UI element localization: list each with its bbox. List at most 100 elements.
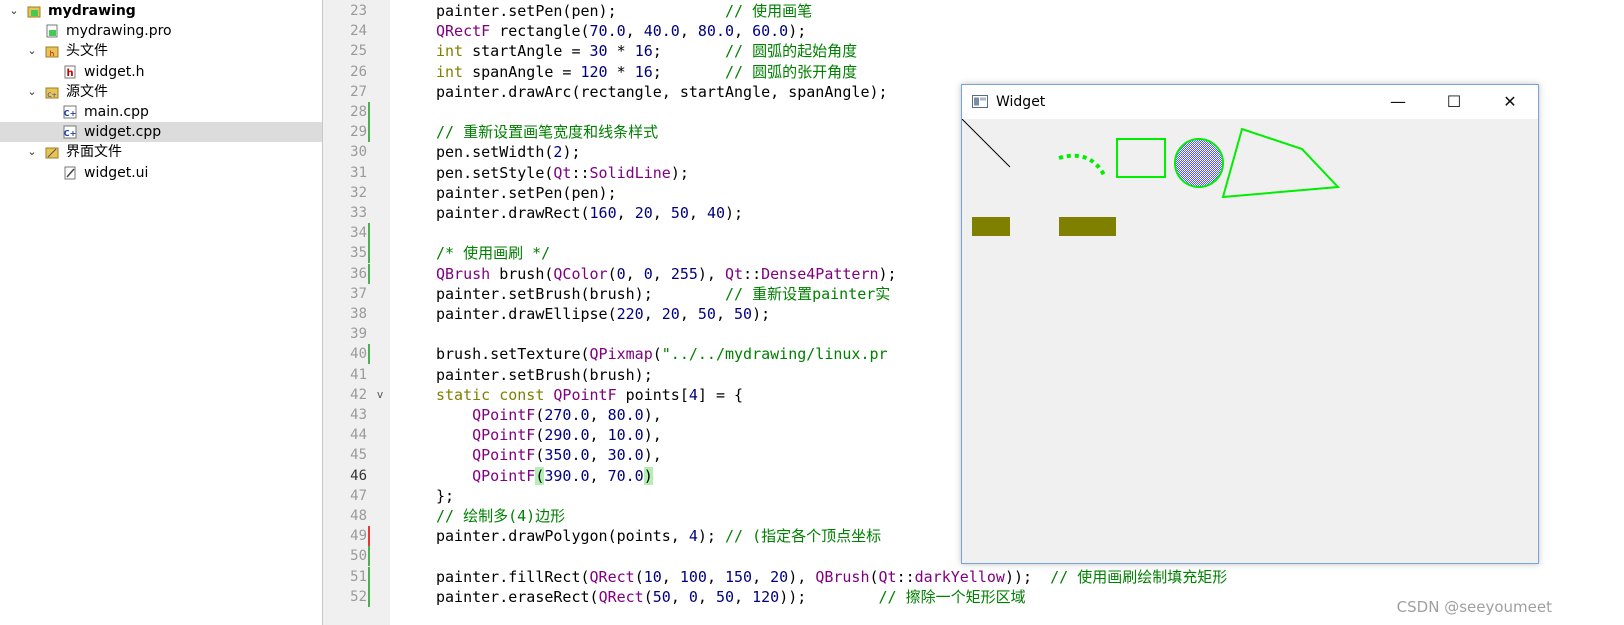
svg-text:C+: C+: [64, 109, 77, 118]
tree-item-label: 头文件: [66, 43, 108, 60]
code-line[interactable]: QPointF(270.0, 80.0),: [436, 405, 662, 425]
code-token: 60.0: [752, 22, 789, 41]
code-token: points[: [616, 385, 689, 404]
code-token: 160: [589, 204, 617, 222]
code-token: ),: [643, 406, 662, 424]
code-token: 0: [616, 264, 626, 283]
code-token: 4: [688, 385, 698, 404]
code-token: painter.setBrush(brush);: [436, 284, 725, 303]
code-token: 270.0: [544, 406, 590, 424]
code-line[interactable]: int spanAngle = 120 * 16; // 圆弧的张开角度: [436, 62, 857, 82]
fold-chevron-icon[interactable]: v: [374, 385, 386, 405]
svg-text:h: h: [66, 68, 73, 79]
chevron-down-icon[interactable]: ⌄: [26, 142, 38, 162]
code-token: ,: [679, 305, 698, 323]
minimize-button[interactable]: —: [1370, 85, 1426, 119]
code-token: );: [788, 22, 807, 41]
close-button[interactable]: ✕: [1482, 85, 1538, 119]
code-line[interactable]: painter.setBrush(brush);: [436, 365, 653, 385]
code-token: 50: [652, 587, 671, 606]
code-token: painter.fillRect(: [436, 567, 590, 586]
tree-item-[interactable]: ⌄ 界面文件: [0, 142, 322, 162]
tree-item-maincpp[interactable]: C+ main.cpp: [0, 102, 322, 122]
code-line[interactable]: QPointF(290.0, 10.0),: [436, 425, 662, 445]
code-token: 50: [697, 305, 716, 323]
tree-item-[interactable]: ⌄ C+ 源文件: [0, 82, 322, 102]
code-line[interactable]: painter.drawArc(rectangle, startAngle, s…: [436, 82, 888, 102]
code-line[interactable]: painter.eraseRect(QRect(50, 0, 50, 120))…: [436, 587, 1026, 607]
code-line[interactable]: /* 使用画刷 */: [436, 243, 550, 263]
code-line[interactable]: painter.setPen(pen);: [436, 183, 617, 203]
code-token: ,: [679, 22, 698, 41]
code-token: ),: [697, 264, 725, 283]
tree-item-widgetcpp[interactable]: C+ widget.cpp: [0, 122, 322, 143]
code-line[interactable]: painter.setPen(pen); // 使用画笔: [436, 1, 812, 21]
code-line[interactable]: static const QPointF points[4] = {: [436, 385, 743, 405]
code-line[interactable]: painter.setBrush(brush); // 重新设置painter实: [436, 284, 890, 304]
code-token: QBrush: [436, 264, 491, 283]
code-line[interactable]: painter.fillRect(QRect(10, 100, 150, 20)…: [436, 567, 1227, 587]
tree-item-[interactable]: ⌄ h 头文件: [0, 41, 322, 61]
widget-window[interactable]: Widget — ☐ ✕: [961, 84, 1539, 564]
code-line[interactable]: };: [436, 486, 454, 506]
code-token: ): [643, 466, 653, 485]
code-token: ,: [706, 567, 725, 586]
change-marker: [368, 526, 370, 547]
code-token: ,: [670, 587, 689, 606]
line-number: 32: [350, 184, 367, 201]
code-token: QRect: [589, 567, 635, 586]
code-token: ,: [625, 264, 644, 283]
code-token: darkYellow: [914, 567, 1005, 586]
drawn-polygon: [1221, 127, 1341, 199]
tree-item-mydrawingpro[interactable]: mydrawing.pro: [0, 21, 322, 41]
code-line[interactable]: QBrush brush(QColor(0, 0, 255), Qt::Dens…: [436, 264, 897, 284]
code-token: 30: [589, 42, 608, 61]
code-token: ,: [661, 567, 680, 586]
code-token: static: [436, 385, 491, 404]
code-token: spanAngle =: [463, 62, 581, 81]
code-line[interactable]: QRectF rectangle(70.0, 40.0, 80.0, 60.0)…: [436, 21, 806, 41]
code-line[interactable]: painter.drawRect(160, 20, 50, 40);: [436, 203, 743, 223]
code-token: ,: [589, 426, 608, 445]
code-token: ),: [643, 426, 662, 445]
code-line[interactable]: painter.drawPolygon(points, 4); // (指定各个…: [436, 526, 881, 546]
code-line[interactable]: // 绘制多(4)边形: [436, 506, 565, 526]
code-token: );: [752, 305, 771, 323]
chevron-down-icon[interactable]: ⌄: [26, 41, 38, 61]
code-token: 350.0: [544, 446, 590, 465]
window-titlebar[interactable]: Widget — ☐ ✕: [962, 85, 1538, 119]
line-number: 34: [350, 225, 367, 242]
code-token: 20: [634, 204, 653, 222]
tree-item-widgetui[interactable]: widget.ui: [0, 163, 322, 183]
code-token: brush(: [490, 264, 554, 283]
code-token: // 重新设置painter实: [724, 284, 891, 303]
code-token: QPixmap: [589, 345, 653, 364]
maximize-button[interactable]: ☐: [1426, 85, 1482, 119]
tree-item-widgeth[interactable]: h widget.h: [0, 62, 322, 82]
code-token: painter.drawPolygon(points,: [436, 527, 689, 546]
line-number: 23: [350, 3, 367, 19]
tree-item-mydrawing[interactable]: ⌄ mydrawing: [0, 1, 322, 21]
change-marker: [368, 102, 370, 122]
code-token: (: [869, 567, 879, 586]
code-token: 40.0: [643, 22, 680, 41]
chevron-down-icon[interactable]: ⌄: [26, 82, 38, 102]
line-number: 42: [350, 386, 367, 403]
code-token: // 重新设置画笔宽度和线条样式: [436, 123, 659, 142]
line-number: 50: [350, 548, 367, 565]
code-token: QPointF: [472, 426, 536, 445]
code-line[interactable]: QPointF(350.0, 30.0),: [436, 445, 662, 465]
code-token: 0: [688, 587, 698, 606]
code-line[interactable]: pen.setStyle(Qt::SolidLine);: [436, 163, 689, 183]
code-line[interactable]: pen.setWidth(2);: [436, 142, 581, 162]
code-token: painter.drawEllipse(: [436, 305, 617, 323]
code-line[interactable]: // 重新设置画笔宽度和线条样式: [436, 122, 658, 142]
code-token: ,: [616, 204, 635, 222]
code-token: Qt: [725, 264, 744, 283]
code-line[interactable]: QPointF(390.0, 70.0): [436, 466, 653, 486]
code-line[interactable]: int startAngle = 30 * 16; // 圆弧的起始角度: [436, 41, 857, 61]
chevron-down-icon[interactable]: ⌄: [8, 1, 20, 21]
line-number: 36: [350, 265, 367, 282]
code-line[interactable]: painter.drawEllipse(220, 20, 50, 50);: [436, 304, 770, 324]
